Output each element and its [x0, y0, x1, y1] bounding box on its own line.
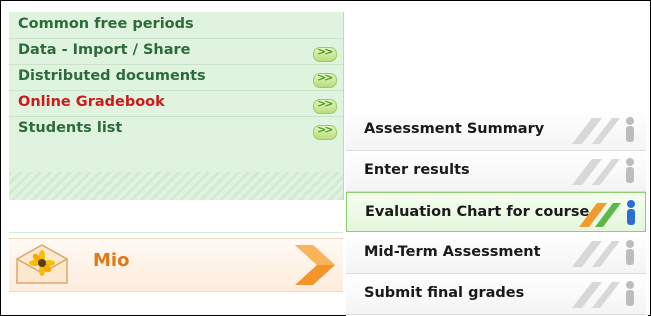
left-menu: Common free periods Data - Import / Shar…: [9, 12, 344, 200]
people-figures-icon: [572, 281, 634, 308]
envelope-flower-icon: [16, 244, 68, 284]
orange-chevron-icon: [295, 245, 335, 285]
expand-arrow-icon[interactable]: >>: [313, 123, 337, 140]
people-figures-icon: [572, 117, 634, 144]
expand-arrow-icon[interactable]: >>: [313, 71, 337, 88]
submenu-item-mid-term-assessment[interactable]: Mid-Term Assessment: [346, 233, 646, 274]
menu-item-data-import-share[interactable]: Data - Import / Share >>: [9, 38, 343, 65]
people-figures-icon: [572, 240, 634, 267]
menu-item-label: Common free periods: [18, 16, 194, 32]
menu-item-students-list[interactable]: Students list >>: [9, 116, 343, 142]
submenu-item-submit-final-grades[interactable]: Submit final grades: [346, 274, 646, 315]
submenu-item-evaluation-chart[interactable]: Evaluation Chart for course: [346, 192, 646, 232]
mio-button[interactable]: Mio: [9, 238, 343, 292]
menu-item-online-gradebook[interactable]: Online Gradebook >>: [9, 90, 343, 117]
colored-people-figures-icon: [579, 200, 635, 227]
people-figures-icon: [572, 158, 634, 185]
menu-item-distributed-documents[interactable]: Distributed documents >>: [9, 64, 343, 91]
submenu-item-assessment-summary[interactable]: Assessment Summary: [346, 110, 646, 151]
submenu-item-label: Mid-Term Assessment: [364, 244, 541, 260]
submenu-item-label: Submit final grades: [364, 285, 525, 301]
divider: [9, 232, 343, 233]
submenu-item-label: Enter results: [364, 162, 470, 178]
submenu-item-label: Assessment Summary: [364, 121, 545, 137]
expand-arrow-icon[interactable]: >>: [313, 97, 337, 114]
submenu-online-gradebook: Assessment Summary Enter results Evaluat…: [346, 110, 648, 316]
submenu-item-enter-results[interactable]: Enter results: [346, 151, 646, 192]
submenu-item-label: Evaluation Chart for course: [365, 204, 590, 220]
menu-item-label: Data - Import / Share: [18, 42, 191, 58]
expand-arrow-icon[interactable]: >>: [313, 45, 337, 62]
menu-item-label: Students list: [18, 120, 123, 136]
menu-item-label: Online Gradebook: [18, 94, 165, 110]
mio-label: Mio: [93, 250, 130, 271]
menu-item-label: Distributed documents: [18, 68, 206, 84]
menu-texture: [9, 172, 343, 200]
menu-item-common-free-periods[interactable]: Common free periods: [9, 12, 343, 39]
